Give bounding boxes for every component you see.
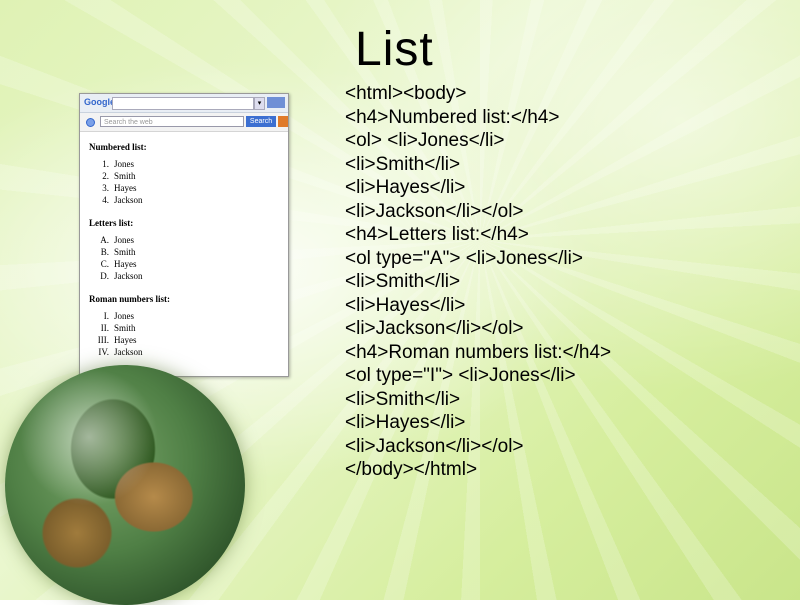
code-line: <li>Smith</li> [345,271,461,292]
code-line: <li>Jackson</li></ol> [345,200,524,222]
code-line: <li>Smith</li> [345,153,461,175]
code-line: <h4>Letters list:</h4> [345,224,529,245]
code-line: <ol type="I"> <li>Jones</li> [345,365,576,386]
dropdown-icon: ▾ [254,97,265,110]
list-item: D. Jackson [89,270,288,282]
list-marker: D. [100,271,109,281]
list-item-text: Hayes [114,183,137,193]
list-marker: IV. [98,347,109,357]
list-marker: 2. [102,171,109,181]
list-item-text: Jones [114,311,134,321]
code-line: <html><body> [345,83,467,104]
list-item-text: Hayes [114,259,137,269]
code-line: <li>Hayes</li> [345,412,466,433]
code-block: <html><body> <h4>Numbered list:</h4> <ol… [345,82,785,482]
list-item: III. Hayes [89,334,288,346]
list-item-text: Jackson [114,347,143,357]
code-line: <ol type="A"> <li>Jones</li> [345,247,583,269]
list-item: B. Smith [89,246,288,258]
search-toolbar: Search the web Search [80,113,288,132]
list-marker: II. [100,323,109,333]
list-marker: I. [103,311,109,321]
list-marker: 3. [102,183,109,193]
list-item: IV. Jackson [89,346,288,358]
browser-toolbar: Google ▾ [80,94,288,113]
list-heading: Roman numbers list: [89,294,171,304]
list-item: 2. Smith [89,170,288,182]
list-item-text: Jones [114,159,134,169]
list-item-text: Jackson [114,271,143,281]
list-item: I. Jones [89,310,288,322]
list-item-text: Smith [114,323,136,333]
list-item-text: Smith [114,171,136,181]
globe-image [5,365,245,605]
list-heading: Letters list: [89,218,134,228]
toolbar-extra-button [278,116,288,127]
list-item-text: Hayes [114,335,137,345]
list-item: 4. Jackson [89,194,288,206]
list-marker: C. [100,259,109,269]
list-marker: 1. [102,159,109,169]
list-item-text: Jackson [114,195,143,205]
code-line: <h4>Roman numbers list:</h4> [345,341,612,363]
list-item-text: Smith [114,247,136,257]
code-line: <li>Hayes</li> [345,177,466,198]
list-item: A. Jones [89,234,288,246]
list-item: 1. Jones [89,158,288,170]
code-line: <li>Smith</li> [345,388,461,410]
list-item: II. Smith [89,322,288,334]
list-marker: 4. [102,195,109,205]
toolbar-button [267,97,285,108]
radio-icon [86,118,95,127]
search-button: Search [246,116,276,127]
code-line: <li>Jackson</li></ol> [345,435,524,457]
list-item: 3. Hayes [89,182,288,194]
code-line: <li>Hayes</li> [345,294,466,316]
list-item: C. Hayes [89,258,288,270]
list-marker: B. [100,247,109,257]
code-line: <ol> <li>Jones</li> [345,130,505,151]
list-marker: A. [100,235,109,245]
code-line: <h4>Numbered list:</h4> [345,106,560,128]
browser-screenshot: Google ▾ Search the web Search Numbered … [79,93,289,377]
list-item-text: Jones [114,235,134,245]
search-input: Search the web [100,116,244,127]
code-line: </body></html> [345,459,478,480]
list-marker: III. [97,335,109,345]
address-bar [112,97,254,110]
list-heading: Numbered list: [89,142,147,152]
slide-title: List [355,23,434,76]
google-logo: Google [84,97,115,107]
code-line: <li>Jackson</li></ol> [345,318,524,339]
page-content: Numbered list: 1. Jones 2. Smith 3. Hayes 4… [80,132,288,358]
